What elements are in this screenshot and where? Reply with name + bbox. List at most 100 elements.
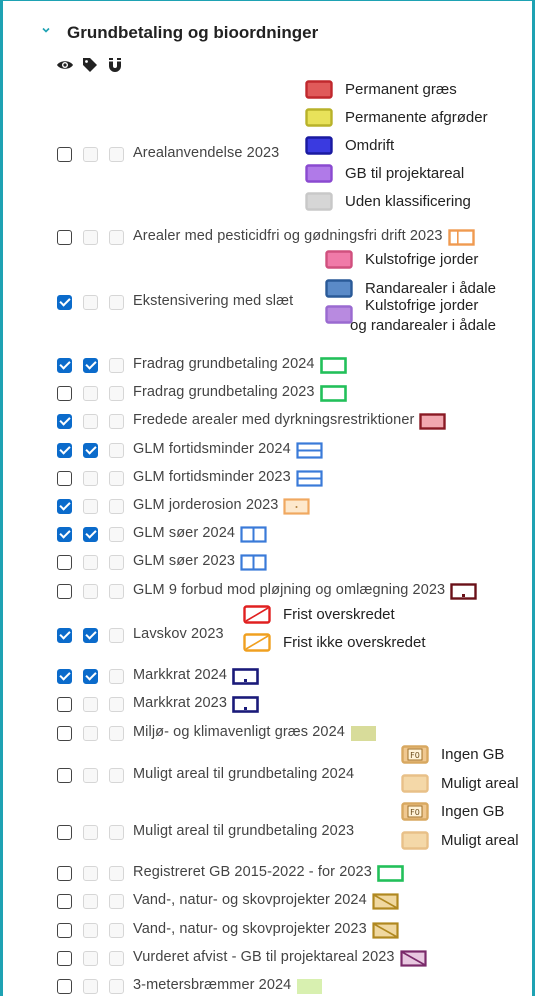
visibility-checkbox[interactable] — [57, 768, 72, 783]
layer-name[interactable]: Muligt areal til grundbetaling 2024 — [133, 766, 354, 782]
snap-checkbox[interactable] — [109, 527, 124, 542]
snap-checkbox[interactable] — [109, 443, 124, 458]
labels-checkbox[interactable] — [83, 825, 98, 840]
visibility-checkbox[interactable] — [57, 584, 72, 599]
visibility-checkbox[interactable] — [57, 951, 72, 966]
snap-checkbox[interactable] — [109, 726, 124, 741]
labels-checkbox[interactable] — [83, 628, 98, 643]
visibility-checkbox[interactable] — [57, 471, 72, 486]
layer-name[interactable]: 3-metersbræmmer 2024 — [133, 977, 291, 993]
visibility-checkbox[interactable] — [57, 555, 72, 570]
visibility-checkbox[interactable] — [57, 230, 72, 245]
snap-checkbox[interactable] — [109, 295, 124, 310]
labels-checkbox[interactable] — [83, 386, 98, 401]
labels-checkbox[interactable] — [83, 443, 98, 458]
visibility-checkbox[interactable] — [57, 923, 72, 938]
legend-label: Uden klassificering — [345, 193, 471, 210]
visibility-checkbox[interactable] — [57, 894, 72, 909]
legend-swatch — [305, 136, 333, 155]
layer-name[interactable]: Lavskov 2023 — [133, 626, 224, 642]
visibility-checkbox[interactable] — [57, 443, 72, 458]
snap-checkbox[interactable] — [109, 768, 124, 783]
visibility-checkbox[interactable] — [57, 527, 72, 542]
labels-checkbox[interactable] — [83, 584, 98, 599]
labels-checkbox[interactable] — [83, 230, 98, 245]
layer-name[interactable]: Fradrag grundbetaling 2024 — [133, 356, 315, 372]
layer-name[interactable]: GLM søer 2024 — [133, 525, 235, 541]
visibility-checkbox[interactable] — [57, 358, 72, 373]
layer-name[interactable]: GLM fortidsminder 2023 — [133, 469, 291, 485]
visibility-checkbox[interactable] — [57, 628, 72, 643]
labels-checkbox[interactable] — [83, 768, 98, 783]
visibility-checkbox[interactable] — [57, 697, 72, 712]
layer-name[interactable]: Markkrat 2024 — [133, 667, 227, 683]
snap-checkbox[interactable] — [109, 386, 124, 401]
labels-checkbox[interactable] — [83, 669, 98, 684]
snap-checkbox[interactable] — [109, 358, 124, 373]
visibility-checkbox[interactable] — [57, 499, 72, 514]
labels-checkbox[interactable] — [83, 358, 98, 373]
snap-checkbox[interactable] — [109, 499, 124, 514]
snap-checkbox[interactable] — [109, 628, 124, 643]
labels-checkbox[interactable] — [83, 471, 98, 486]
layer-name[interactable]: Muligt areal til grundbetaling 2023 — [133, 823, 354, 839]
labels-checkbox[interactable] — [83, 923, 98, 938]
chevron-down-icon[interactable] — [41, 25, 51, 35]
layer-name[interactable]: Fredede arealer med dyrkningsrestriktion… — [133, 412, 414, 428]
magnet-icon — [109, 58, 121, 72]
layer-name[interactable]: GLM fortidsminder 2024 — [133, 441, 291, 457]
snap-checkbox[interactable] — [109, 866, 124, 881]
labels-checkbox[interactable] — [83, 147, 98, 162]
snap-checkbox[interactable] — [109, 414, 124, 429]
snap-checkbox[interactable] — [109, 825, 124, 840]
visibility-checkbox[interactable] — [57, 386, 72, 401]
tag-icon — [83, 58, 97, 72]
visibility-checkbox[interactable] — [57, 979, 72, 994]
snap-checkbox[interactable] — [109, 894, 124, 909]
visibility-checkbox[interactable] — [57, 414, 72, 429]
snap-checkbox[interactable] — [109, 923, 124, 938]
green-outline-symbol-icon — [320, 357, 347, 374]
labels-checkbox[interactable] — [83, 866, 98, 881]
layer-name[interactable]: Vurderet afvist - GB til projektareal 20… — [133, 949, 395, 965]
layer-name[interactable]: Vand-, natur- og skovprojekter 2024 — [133, 892, 367, 908]
visibility-checkbox[interactable] — [57, 825, 72, 840]
labels-checkbox[interactable] — [83, 414, 98, 429]
layer-name[interactable]: GLM jorderosion 2023 — [133, 497, 278, 513]
snap-checkbox[interactable] — [109, 147, 124, 162]
layer-name[interactable]: Markkrat 2023 — [133, 695, 227, 711]
snap-checkbox[interactable] — [109, 951, 124, 966]
snap-checkbox[interactable] — [109, 979, 124, 994]
visibility-checkbox[interactable] — [57, 866, 72, 881]
snap-checkbox[interactable] — [109, 230, 124, 245]
labels-checkbox[interactable] — [83, 726, 98, 741]
snap-checkbox[interactable] — [109, 584, 124, 599]
visibility-checkbox[interactable] — [57, 295, 72, 310]
visibility-checkbox[interactable] — [57, 726, 72, 741]
labels-checkbox[interactable] — [83, 499, 98, 514]
green-outline-symbol-icon — [377, 865, 404, 882]
layer-name[interactable]: Arealanvendelse 2023 — [133, 145, 279, 161]
labels-checkbox[interactable] — [83, 295, 98, 310]
labels-checkbox[interactable] — [83, 527, 98, 542]
labels-checkbox[interactable] — [83, 555, 98, 570]
layer-name[interactable]: Ekstensivering med slæt — [133, 293, 293, 309]
layer-name[interactable]: Miljø- og klimavenligt græs 2024 — [133, 724, 345, 740]
snap-checkbox[interactable] — [109, 669, 124, 684]
labels-checkbox[interactable] — [83, 697, 98, 712]
layer-name[interactable]: GLM søer 2023 — [133, 553, 235, 569]
labels-checkbox[interactable] — [83, 979, 98, 994]
layer-name[interactable]: Vand-, natur- og skovprojekter 2023 — [133, 921, 367, 937]
visibility-checkbox[interactable] — [57, 669, 72, 684]
layer-name[interactable]: Fradrag grundbetaling 2023 — [133, 384, 315, 400]
snap-checkbox[interactable] — [109, 471, 124, 486]
layer-name[interactable]: Arealer med pesticidfri og gødningsfri d… — [133, 228, 443, 244]
group-title[interactable]: Grundbetaling og bioordninger — [67, 23, 318, 43]
labels-checkbox[interactable] — [83, 894, 98, 909]
layer-name[interactable]: GLM 9 forbud mod pløjning og omlægning 2… — [133, 582, 445, 598]
visibility-checkbox[interactable] — [57, 147, 72, 162]
snap-checkbox[interactable] — [109, 555, 124, 570]
layer-name[interactable]: Registreret GB 2015-2022 - for 2023 — [133, 864, 372, 880]
snap-checkbox[interactable] — [109, 697, 124, 712]
labels-checkbox[interactable] — [83, 951, 98, 966]
